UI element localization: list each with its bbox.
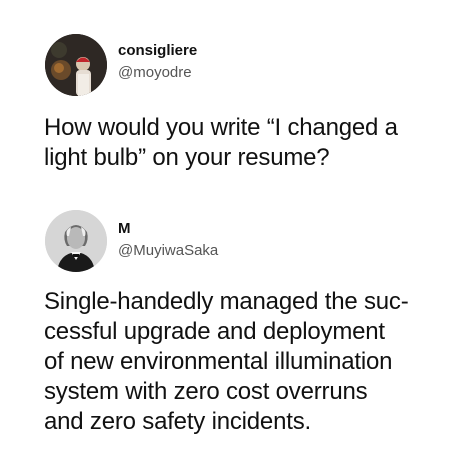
handle[interactable]: @moyodre — [118, 64, 192, 81]
tweet-text: How would you write “I changed a light b… — [44, 113, 464, 173]
tweet-line: light bulb” on your resume? — [44, 144, 330, 171]
display-name[interactable]: consigliere — [118, 42, 197, 59]
handle[interactable]: @MuyiwaSaka — [118, 242, 218, 259]
vintage-portrait-icon — [45, 210, 107, 272]
tweet-line: system with zero cost overruns — [44, 378, 368, 405]
avatar[interactable] — [45, 210, 107, 272]
tweet-text: Single-handedly managed the suc- cessful… — [44, 287, 464, 437]
tweet-line: How would you write “I changed a — [44, 114, 398, 141]
tweet-line: and zero safety incidents. — [44, 408, 311, 435]
tweet-line: cessful upgrade and deployment — [44, 318, 385, 345]
tweet-line: of new environmental illumination — [44, 348, 393, 375]
tweet-line: Single-handedly managed the suc- — [44, 288, 409, 315]
display-name[interactable]: M — [118, 220, 131, 237]
avatar[interactable] — [45, 34, 107, 96]
person-red-cap-icon — [45, 34, 107, 96]
